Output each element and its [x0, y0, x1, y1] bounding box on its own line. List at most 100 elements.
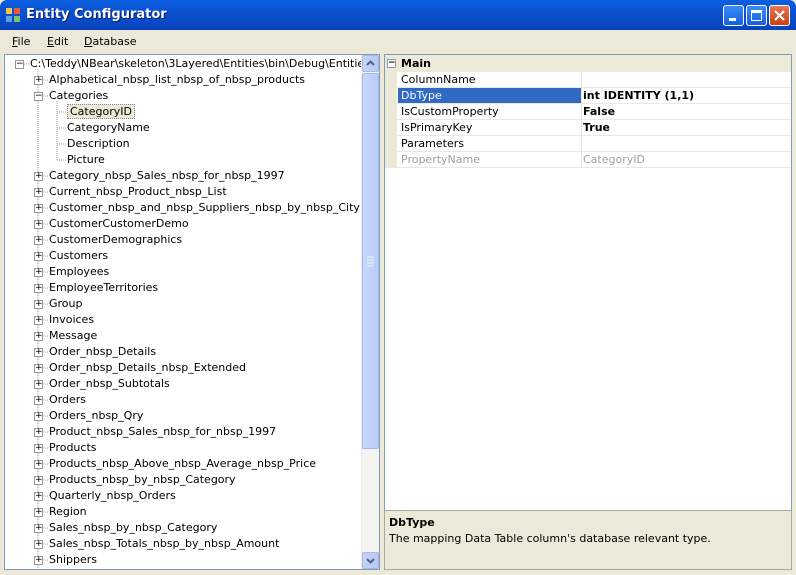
- tree-item[interactable]: Customers: [49, 248, 108, 264]
- property-name: IsPrimaryKey: [398, 120, 582, 135]
- minimize-icon: [729, 18, 736, 21]
- tree-item[interactable]: Products_nbsp_by_nbsp_Category: [49, 472, 236, 488]
- close-button[interactable]: [769, 5, 790, 26]
- expand-toggle[interactable]: +: [34, 236, 43, 245]
- tree-item[interactable]: Orders: [49, 392, 86, 408]
- scroll-down-icon: [366, 558, 375, 564]
- tree-scrollbar[interactable]: [361, 55, 379, 569]
- expand-toggle[interactable]: +: [34, 396, 43, 405]
- expand-toggle[interactable]: +: [34, 76, 43, 85]
- scroll-up-button[interactable]: [362, 55, 379, 72]
- expand-toggle[interactable]: +: [34, 412, 43, 421]
- window-title: Entity Configurator: [26, 7, 167, 22]
- property-value[interactable]: False: [581, 104, 615, 119]
- tree-child-label: CategoryID: [67, 104, 135, 119]
- maximize-button[interactable]: [746, 5, 767, 26]
- expand-toggle[interactable]: +: [34, 300, 43, 309]
- tree-item[interactable]: Categories: [49, 88, 108, 104]
- property-value[interactable]: int IDENTITY (1,1): [581, 88, 694, 103]
- tree-item[interactable]: EmployeeTerritories: [49, 280, 158, 296]
- tree-item[interactable]: Quarterly_nbsp_Orders: [49, 488, 176, 504]
- row-margin: [385, 152, 397, 168]
- root-collapse-toggle[interactable]: −: [15, 60, 24, 69]
- property-row[interactable]: Parameters: [385, 136, 791, 152]
- expand-toggle[interactable]: +: [34, 348, 43, 357]
- expand-toggle[interactable]: −: [34, 92, 43, 101]
- tree-item[interactable]: Sales_nbsp_Totals_nbsp_by_nbsp_Amount: [49, 536, 279, 552]
- property-name: IsCustomProperty: [398, 104, 582, 119]
- category-label: Main: [401, 57, 431, 70]
- expand-toggle[interactable]: +: [34, 428, 43, 437]
- expand-toggle[interactable]: +: [34, 476, 43, 485]
- tree-item[interactable]: Order_nbsp_Details: [49, 344, 156, 360]
- expand-toggle[interactable]: +: [34, 204, 43, 213]
- property-row[interactable]: IsPrimaryKey True: [385, 120, 791, 136]
- tree-item[interactable]: Product_nbsp_Sales_nbsp_for_nbsp_1997: [49, 424, 276, 440]
- tree-item[interactable]: Group: [49, 296, 83, 312]
- tree-item[interactable]: Orders_nbsp_Qry: [49, 408, 143, 424]
- minimize-button[interactable]: [723, 5, 744, 26]
- expand-toggle[interactable]: +: [34, 444, 43, 453]
- property-row[interactable]: DbType int IDENTITY (1,1): [385, 88, 791, 104]
- tree-child-item[interactable]: Picture: [67, 152, 105, 168]
- property-grid[interactable]: − Main ColumnName DbType int IDENTITY (1,1…: [384, 54, 792, 570]
- tree-item[interactable]: Sales_nbsp_by_nbsp_Category: [49, 520, 217, 536]
- expand-toggle[interactable]: +: [34, 460, 43, 469]
- scroll-thumb[interactable]: [362, 73, 379, 449]
- scroll-down-button[interactable]: [362, 552, 379, 569]
- tree-item[interactable]: Current_nbsp_Product_nbsp_List: [49, 184, 227, 200]
- expand-toggle[interactable]: +: [34, 508, 43, 517]
- tree-item[interactable]: Customer_nbsp_and_nbsp_Suppliers_nbsp_by…: [49, 200, 360, 216]
- tree-item[interactable]: Order_nbsp_Subtotals: [49, 376, 170, 392]
- expand-toggle[interactable]: +: [34, 492, 43, 501]
- tree-item[interactable]: Shippers: [49, 552, 97, 568]
- row-margin: [385, 88, 397, 104]
- close-icon: [774, 10, 785, 21]
- tree-item[interactable]: Order_nbsp_Details_nbsp_Extended: [49, 360, 246, 376]
- maximize-icon: [751, 10, 762, 21]
- entity-tree[interactable]: − C:\Teddy\NBear\skeleton\3Layered\Entit…: [4, 54, 380, 570]
- expand-toggle[interactable]: +: [34, 556, 43, 565]
- tree-child-item[interactable]: Description: [67, 136, 130, 152]
- expand-toggle[interactable]: +: [34, 524, 43, 533]
- category-main[interactable]: − Main: [385, 55, 791, 72]
- expand-toggle[interactable]: +: [34, 268, 43, 277]
- expand-toggle[interactable]: +: [34, 316, 43, 325]
- property-row[interactable]: ColumnName: [385, 72, 791, 88]
- tree-item[interactable]: Alphabetical_nbsp_list_nbsp_of_nbsp_prod…: [49, 72, 305, 88]
- expand-toggle[interactable]: +: [34, 188, 43, 197]
- menu-file[interactable]: File: [12, 35, 30, 48]
- tree-item[interactable]: Invoices: [49, 312, 94, 328]
- tree-item[interactable]: Category_nbsp_Sales_nbsp_for_nbsp_1997: [49, 168, 285, 184]
- tree-item[interactable]: Products: [49, 440, 97, 456]
- help-panel: DbType The mapping Data Table column's d…: [384, 510, 792, 570]
- property-name: Parameters: [398, 136, 582, 151]
- tree-child-item[interactable]: CategoryID: [67, 104, 135, 120]
- tree-item[interactable]: Region: [49, 504, 87, 520]
- expand-toggle[interactable]: +: [34, 172, 43, 181]
- menu-edit[interactable]: Edit: [47, 35, 68, 48]
- tree-child-label: Picture: [67, 153, 105, 166]
- expand-toggle[interactable]: +: [34, 380, 43, 389]
- row-margin: [385, 120, 397, 136]
- tree-child-item[interactable]: CategoryName: [67, 120, 150, 136]
- property-row[interactable]: PropertyName CategoryID: [385, 152, 791, 168]
- tree-item[interactable]: Employees: [49, 264, 109, 280]
- title-bar[interactable]: Entity Configurator: [0, 0, 796, 30]
- tree-root[interactable]: C:\Teddy\NBear\skeleton\3Layered\Entitie…: [30, 56, 379, 72]
- tree-item[interactable]: Products_nbsp_Above_nbsp_Average_nbsp_Pr…: [49, 456, 316, 472]
- property-value[interactable]: True: [581, 120, 610, 135]
- tree-item[interactable]: Message: [49, 328, 97, 344]
- expand-toggle[interactable]: +: [34, 364, 43, 373]
- expand-toggle[interactable]: +: [34, 332, 43, 341]
- expand-toggle[interactable]: +: [34, 220, 43, 229]
- category-collapse-toggle[interactable]: −: [387, 59, 396, 68]
- menu-database[interactable]: Database: [84, 35, 137, 48]
- tree-item[interactable]: CustomerDemographics: [49, 232, 182, 248]
- expand-toggle[interactable]: +: [34, 252, 43, 261]
- property-value[interactable]: CategoryID: [581, 152, 645, 167]
- expand-toggle[interactable]: +: [34, 284, 43, 293]
- tree-item[interactable]: CustomerCustomerDemo: [49, 216, 189, 232]
- property-row[interactable]: IsCustomProperty False: [385, 104, 791, 120]
- expand-toggle[interactable]: +: [34, 540, 43, 549]
